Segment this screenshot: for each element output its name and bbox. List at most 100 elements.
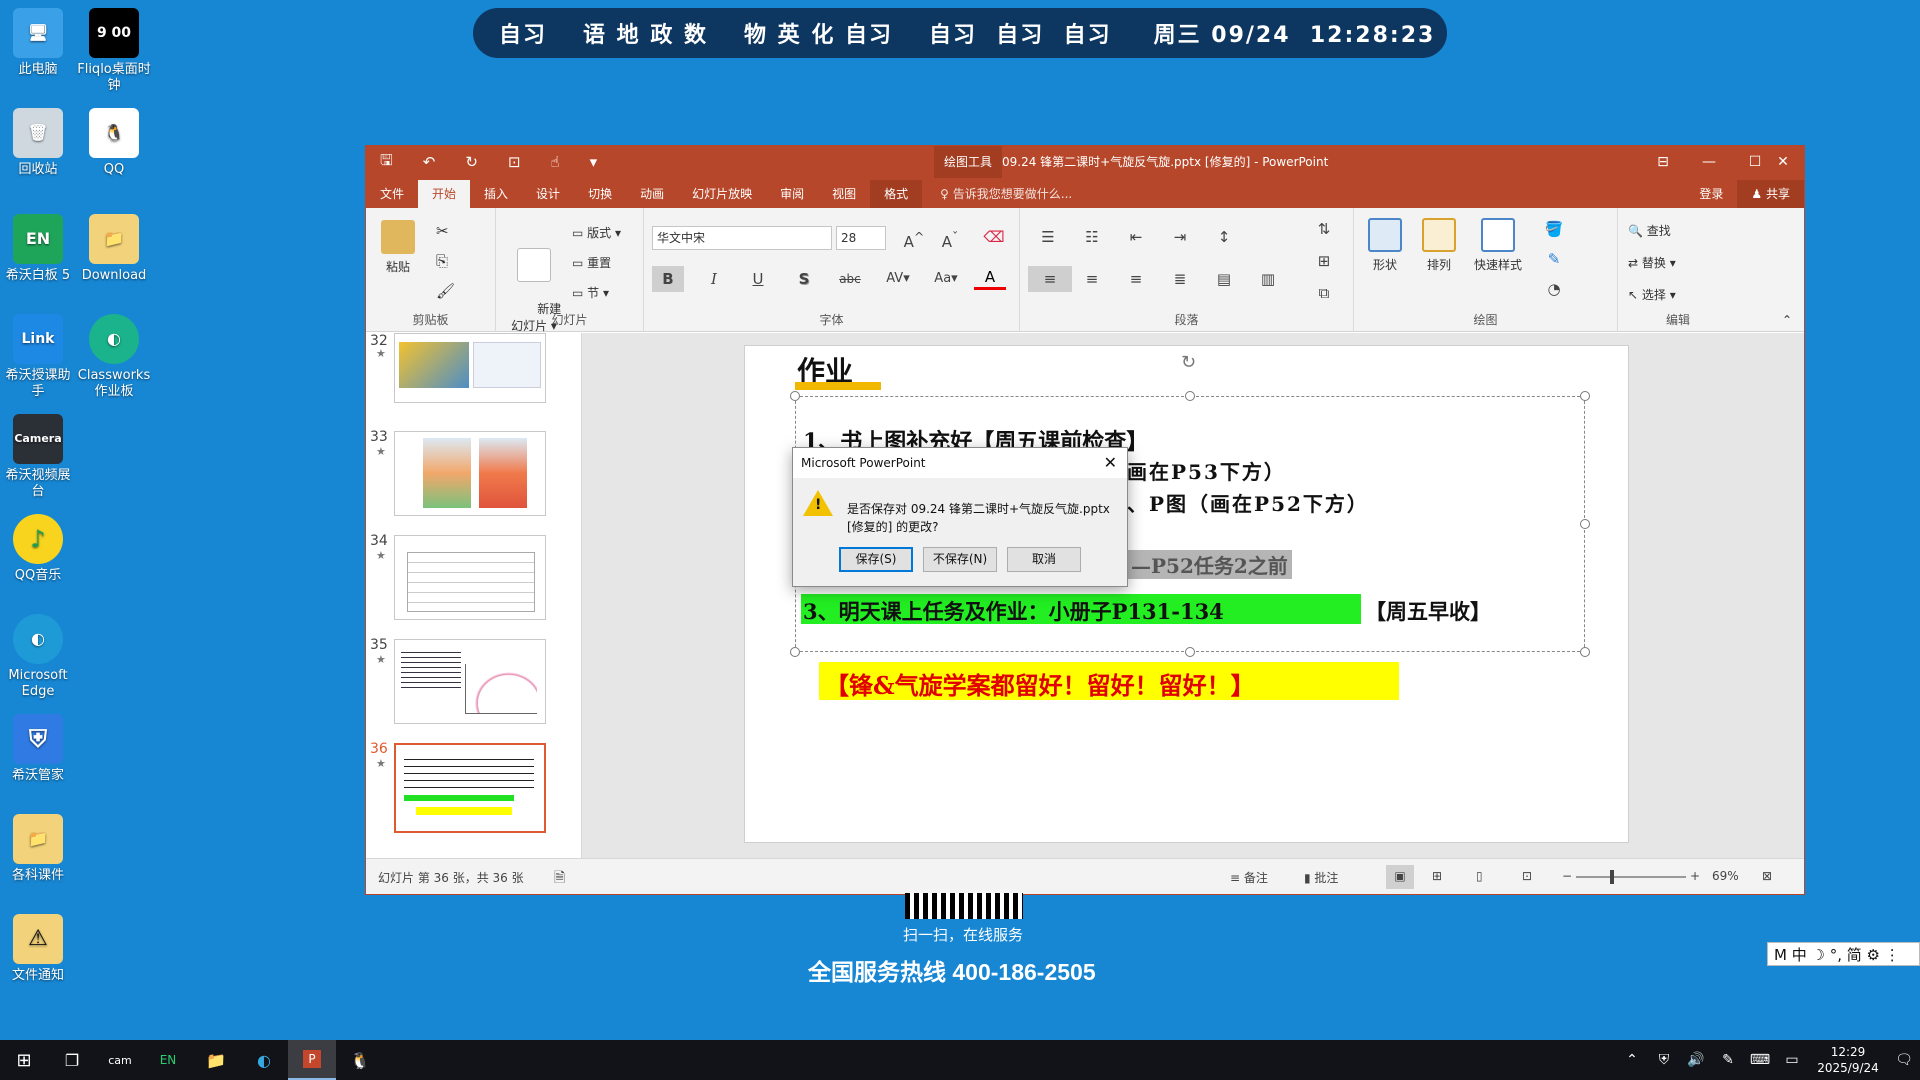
resize-handle[interactable] bbox=[1580, 519, 1590, 529]
clear-format-icon[interactable]: ⌫ bbox=[978, 224, 1010, 250]
slide-text-line[interactable]: 【周五早收】 bbox=[1365, 596, 1491, 626]
text-direction-icon[interactable]: ⇅ bbox=[1308, 216, 1340, 242]
tab-file[interactable]: 文件 bbox=[366, 180, 418, 208]
character-spacing-button[interactable]: AV▾ bbox=[878, 266, 918, 292]
tab-slideshow[interactable]: 幻灯片放映 bbox=[678, 180, 766, 208]
dont-save-button[interactable]: 不保存(N) bbox=[923, 547, 997, 572]
tell-me-search[interactable]: ♀ 告诉我您想要做什么... bbox=[940, 180, 1072, 208]
decrease-indent-icon[interactable]: ⇤ bbox=[1120, 224, 1152, 250]
start-windows-icon[interactable]: ⊞ bbox=[0, 1040, 48, 1080]
resize-handle[interactable] bbox=[1185, 647, 1195, 657]
whiteboard-app-icon[interactable]: EN bbox=[144, 1040, 192, 1080]
slide-thumbnail-selected[interactable] bbox=[394, 743, 546, 833]
zoom-slider-thumb[interactable] bbox=[1610, 870, 1614, 884]
pen-icon[interactable]: ✎ bbox=[1712, 1052, 1744, 1068]
chevron-up-icon[interactable]: ⌃ bbox=[1616, 1052, 1648, 1068]
replace-button[interactable]: ⇄ 替换 ▾ bbox=[1628, 254, 1676, 271]
desktop-icon-seewo-manager[interactable]: ⛨ 希沃管家 bbox=[0, 714, 76, 784]
ime-toolbar[interactable]: M 中 ☽ °, 简 ⚙ ⋮ bbox=[1767, 942, 1920, 966]
zoom-in-button[interactable]: + bbox=[1690, 869, 1700, 883]
qq-taskbar-icon[interactable]: 🐧 bbox=[336, 1040, 384, 1080]
bullets-icon[interactable]: ☰ bbox=[1032, 224, 1064, 250]
slide-canvas[interactable]: 作业 ↻ 1、书上图补充好【周五课前检查】 画在P53下方） 、P图（画在P52… bbox=[744, 345, 1629, 843]
customize-toolbar-icon[interactable]: ▾ bbox=[590, 153, 598, 171]
shape-effects-icon[interactable]: ◔ bbox=[1538, 276, 1570, 302]
camera-app-icon[interactable]: cam bbox=[96, 1040, 144, 1080]
shrink-font-icon[interactable]: Aˇ bbox=[934, 224, 966, 251]
resize-handle[interactable] bbox=[1580, 647, 1590, 657]
format-painter-icon[interactable]: 🖌 bbox=[436, 282, 455, 300]
start-slideshow-icon[interactable]: ⊡ bbox=[508, 153, 521, 171]
reading-view-icon[interactable]: ▯ bbox=[1476, 869, 1483, 883]
desktop-icon-seewo-whiteboard[interactable]: EN 希沃白板 5 bbox=[0, 214, 76, 284]
tab-insert[interactable]: 插入 bbox=[470, 180, 522, 208]
close-window-button[interactable]: ✕ bbox=[1760, 146, 1806, 178]
fit-to-window-icon[interactable]: ⊠ bbox=[1762, 869, 1772, 883]
tab-transitions[interactable]: 切换 bbox=[574, 180, 626, 208]
slide-thumbnail[interactable] bbox=[394, 639, 546, 724]
close-icon[interactable]: ✕ bbox=[1104, 448, 1117, 478]
underline-button[interactable]: U bbox=[742, 266, 774, 292]
layout-button[interactable]: ▭ 版式 ▾ bbox=[572, 224, 621, 241]
touch-mode-icon[interactable]: ☝ bbox=[551, 153, 560, 171]
bold-button[interactable]: B bbox=[652, 266, 684, 292]
numbering-icon[interactable]: ☷ bbox=[1076, 224, 1108, 250]
resize-handle[interactable] bbox=[1185, 391, 1195, 401]
font-name-select[interactable]: 华文中宋 bbox=[652, 226, 832, 250]
task-view-icon[interactable]: ❐ bbox=[48, 1040, 96, 1080]
save-icon[interactable]: 🖫 bbox=[380, 150, 393, 175]
resize-handle[interactable] bbox=[790, 391, 800, 401]
change-case-button[interactable]: Aa▾ bbox=[926, 266, 966, 292]
slide-text-line[interactable]: 画在P53下方） bbox=[1127, 456, 1286, 485]
display-icon[interactable]: ▭ bbox=[1776, 1052, 1808, 1068]
cancel-button[interactable]: 取消 bbox=[1007, 547, 1081, 572]
align-right-icon[interactable]: ≡ bbox=[1120, 266, 1152, 292]
notification-icon[interactable]: 🗨 bbox=[1888, 1052, 1920, 1068]
align-center-icon[interactable]: ≡ bbox=[1076, 266, 1108, 292]
distributed-icon[interactable]: ▤ bbox=[1208, 266, 1240, 292]
desktop-icon-recycle-bin[interactable]: 🗑 回收站 bbox=[0, 108, 76, 178]
shape-outline-icon[interactable]: ✎ bbox=[1538, 246, 1570, 272]
section-button[interactable]: ▭ 节 ▾ bbox=[572, 284, 609, 301]
arrange-button[interactable]: 排列 bbox=[1414, 218, 1464, 273]
tab-review[interactable]: 审阅 bbox=[766, 180, 818, 208]
strikethrough-button[interactable]: abc bbox=[834, 266, 866, 292]
collapse-ribbon-icon[interactable]: ⌃ bbox=[1782, 313, 1792, 327]
keyboard-icon[interactable]: ⌨ bbox=[1744, 1052, 1776, 1068]
quick-styles-button[interactable]: 快速样式 bbox=[1466, 218, 1530, 273]
desktop-icon-edge[interactable]: ◐ Microsoft Edge bbox=[0, 614, 76, 700]
resize-handle[interactable] bbox=[790, 647, 800, 657]
slide-thumbnail[interactable] bbox=[394, 535, 546, 620]
minimize-button[interactable]: — bbox=[1686, 146, 1732, 178]
tab-view[interactable]: 视图 bbox=[818, 180, 870, 208]
desktop-icon-qq-music[interactable]: ♪ QQ音乐 bbox=[0, 514, 76, 584]
notes-button[interactable]: ≡ 备注 bbox=[1230, 869, 1268, 886]
redo-icon[interactable]: ↻ bbox=[465, 153, 478, 171]
slide-text-line[interactable]: —P52任务2之前 bbox=[1127, 550, 1292, 579]
comments-button[interactable]: ▮ 批注 bbox=[1304, 869, 1338, 886]
tab-home[interactable]: 开始 bbox=[418, 180, 471, 208]
normal-view-icon[interactable]: ▣ bbox=[1386, 865, 1414, 889]
slide-text-line[interactable]: 【锋&气旋学案都留好！留好！留好！】 bbox=[825, 666, 1255, 701]
cut-icon[interactable]: ✂ bbox=[436, 222, 449, 240]
slide-text-line[interactable]: 3、明天课上任务及作业：小册子P131-134 bbox=[803, 596, 1224, 626]
tab-design[interactable]: 设计 bbox=[522, 180, 574, 208]
edge-browser-icon[interactable]: ◐ bbox=[240, 1040, 288, 1080]
rotate-handle-icon[interactable]: ↻ bbox=[1181, 352, 1196, 373]
zoom-level[interactable]: 69% bbox=[1712, 869, 1739, 883]
desktop-icon-camera[interactable]: Camera 希沃视频展台 bbox=[0, 414, 76, 500]
sign-in-link[interactable]: 登录 bbox=[1685, 180, 1737, 208]
font-color-button[interactable]: A bbox=[974, 266, 1006, 290]
desktop-icon-qq[interactable]: 🐧 QQ bbox=[76, 108, 152, 178]
desktop-icon-classworks[interactable]: ◐ Classworks作业板 bbox=[76, 314, 152, 400]
spell-check-icon[interactable]: 🗎 bbox=[554, 867, 565, 891]
desktop-icon-download[interactable]: 📁 Download bbox=[76, 214, 152, 284]
slide-thumbnail[interactable] bbox=[394, 333, 546, 403]
desktop-icon-seewo-link[interactable]: Link 希沃授课助手 bbox=[0, 314, 76, 400]
columns-icon[interactable]: ▥ bbox=[1252, 266, 1284, 292]
tab-animations[interactable]: 动画 bbox=[626, 180, 678, 208]
shape-fill-icon[interactable]: 🪣 bbox=[1538, 216, 1570, 242]
desktop-icon-fliqlo[interactable]: 9 00 Fliqlo桌面时钟 bbox=[76, 8, 152, 94]
reset-button[interactable]: ▭ 重置 bbox=[572, 254, 611, 271]
font-size-select[interactable]: 28 bbox=[836, 226, 886, 250]
